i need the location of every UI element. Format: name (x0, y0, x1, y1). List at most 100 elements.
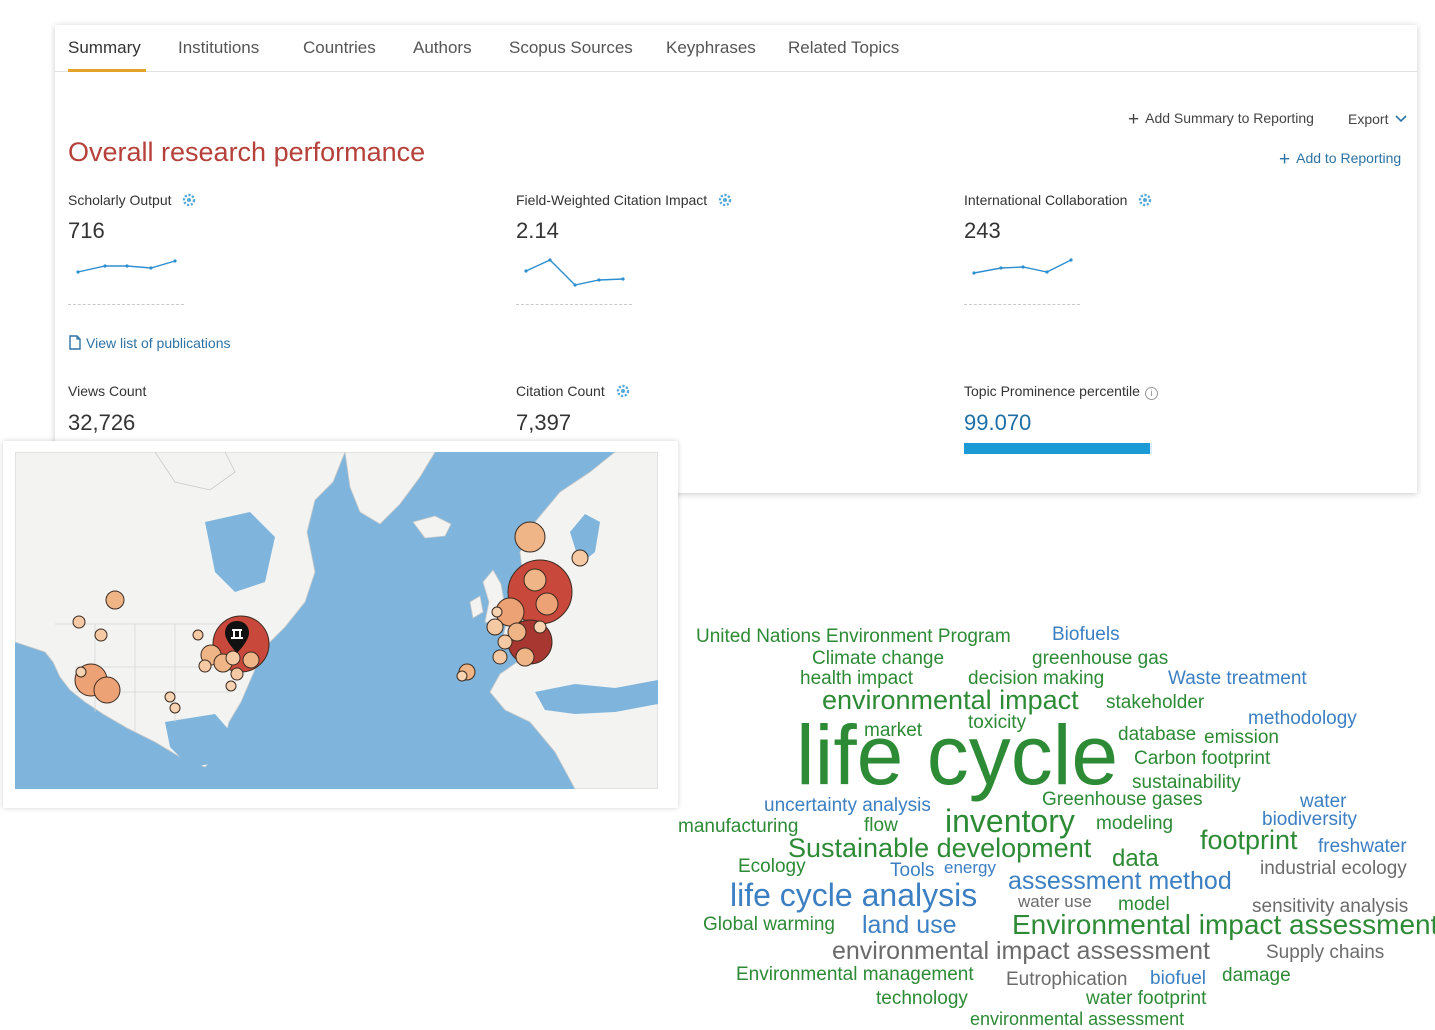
topic-prominence-value: 99.070 (964, 410, 1032, 435)
tab-institutions[interactable]: Institutions (178, 38, 259, 58)
keyphrase[interactable]: Environmental impact assessment (1012, 911, 1435, 939)
keyphrase[interactable]: Ecology (738, 857, 806, 876)
keyphrase[interactable]: life cycle analysis (730, 879, 977, 911)
add-summary-to-reporting-button[interactable]: + Add Summary to Reporting (1128, 109, 1314, 131)
keyphrase[interactable]: Environmental management (736, 965, 974, 984)
keyphrase[interactable]: greenhouse gas (1032, 649, 1168, 668)
keyphrase[interactable]: Eutrophication (1006, 970, 1127, 989)
gear-icon[interactable] (181, 192, 197, 208)
plus-icon: + (1279, 149, 1291, 170)
tab-countries[interactable]: Countries (303, 38, 376, 58)
map-bubble (94, 628, 108, 642)
fwci-label: Field-Weighted Citation Impact (516, 192, 733, 208)
scholarly-output-value: 716 (68, 218, 105, 243)
map-bubble (72, 615, 86, 629)
keyphrase[interactable]: environmental impact assessment (832, 939, 1210, 964)
keyphrase[interactable]: Waste treatment (1168, 669, 1307, 688)
keyphrase[interactable]: freshwater (1318, 837, 1407, 856)
map-bubble (514, 521, 546, 553)
keyphrase[interactable]: life cycle (796, 713, 1118, 797)
topic-prominence-bar-fill (964, 443, 1151, 454)
research-performance-panel: Summary Institutions Countries Authors S… (55, 25, 1417, 493)
gear-icon[interactable] (615, 383, 631, 399)
add-to-reporting-button[interactable]: + Add to Reporting (1279, 149, 1401, 171)
keyphrase[interactable]: Biofuels (1052, 625, 1120, 644)
map-bubble (533, 620, 547, 634)
views-count-value: 32,726 (68, 410, 136, 435)
map-bubble (75, 666, 87, 678)
keyphrase[interactable]: United Nations Environment Program (696, 627, 1011, 646)
keyphrase[interactable]: Sustainable development (788, 835, 1091, 862)
active-tab-indicator (68, 69, 146, 72)
keyphrase[interactable]: environmental assessment (970, 1010, 1184, 1028)
land-ireland (469, 595, 484, 619)
keyphrase[interactable]: biofuel (1150, 969, 1206, 988)
map-bubble (491, 606, 503, 618)
keyphrase[interactable]: modeling (1096, 814, 1173, 833)
sparkline-baseline (516, 304, 632, 305)
keyphrase[interactable]: methodology (1248, 709, 1357, 728)
map-bubble (164, 691, 176, 703)
map-bubble (486, 618, 504, 636)
chevron-down-icon (1395, 115, 1407, 123)
keyphrase[interactable]: land use (862, 913, 957, 938)
map-bubble (192, 629, 204, 641)
tab-related-topics[interactable]: Related Topics (788, 38, 899, 58)
keyphrase[interactable]: damage (1222, 966, 1291, 985)
world-map-svg (15, 452, 658, 789)
tab-keyphrases[interactable]: Keyphrases (666, 38, 756, 58)
keyphrase[interactable]: water footprint (1086, 989, 1206, 1008)
tab-scopus-sources[interactable]: Scopus Sources (509, 38, 633, 58)
export-dropdown[interactable]: Export (1348, 111, 1407, 127)
collaboration-map[interactable] (15, 452, 658, 789)
map-bubble (497, 634, 513, 650)
international-collaboration-sparkline (972, 258, 1073, 275)
international-collaboration-value: 243 (964, 218, 1001, 243)
map-bubble (230, 667, 244, 681)
keyphrase[interactable]: manufacturing (678, 817, 798, 836)
scholarly-output-sparkline (76, 259, 177, 274)
keyphrase[interactable]: assessment method (1008, 869, 1232, 894)
document-icon (69, 335, 81, 350)
keyphrase[interactable]: technology (876, 989, 968, 1008)
view-publications-link[interactable]: View list of publications (68, 335, 230, 351)
map-bubble (515, 647, 535, 667)
gear-icon[interactable] (717, 192, 733, 208)
map-bubble (225, 650, 241, 666)
keyphrase[interactable]: industrial ecology (1260, 859, 1407, 878)
page-title: Overall research performance (68, 137, 426, 167)
tab-summary[interactable]: Summary (68, 38, 141, 58)
map-bubble (105, 590, 125, 610)
fwci-sparkline (524, 258, 625, 287)
map-bubble (225, 680, 237, 692)
map-bubble (169, 702, 181, 714)
map-bubble (198, 659, 212, 673)
map-bubble (571, 549, 589, 567)
keyphrase-word-cloud: United Nations Environment Program Biofu… (670, 615, 1435, 1030)
keyphrase[interactable]: stakeholder (1106, 693, 1204, 712)
land-greenland (344, 452, 436, 525)
keyphrase[interactable]: footprint (1200, 827, 1298, 854)
info-icon[interactable]: i (1144, 387, 1158, 400)
keyphrase[interactable]: emission (1204, 728, 1279, 747)
plus-icon: + (1128, 109, 1140, 130)
sparkline-baseline (68, 304, 184, 305)
land-iceland (412, 515, 452, 539)
keyphrase[interactable]: uncertainty analysis (764, 796, 931, 815)
gear-icon[interactable] (1137, 192, 1153, 208)
keyphrase[interactable]: Supply chains (1266, 943, 1384, 962)
keyphrase[interactable]: energy (944, 859, 996, 876)
scholarly-output-label: Scholarly Output (68, 192, 197, 208)
citation-count-value: 7,397 (516, 410, 572, 435)
keyphrase[interactable]: Climate change (812, 649, 944, 668)
keyphrase[interactable]: Global warming (703, 915, 835, 934)
map-bubble (492, 649, 508, 665)
keyphrase[interactable]: database (1118, 725, 1196, 744)
keyphrase[interactable]: water use (1018, 893, 1092, 910)
map-bubble (535, 592, 559, 616)
tab-bar: Summary Institutions Countries Authors S… (55, 25, 1417, 72)
keyphrase[interactable]: Carbon footprint (1134, 749, 1270, 768)
fwci-value: 2.14 (516, 218, 559, 243)
tab-authors[interactable]: Authors (413, 38, 472, 58)
topic-prominence-bar (964, 443, 1152, 454)
